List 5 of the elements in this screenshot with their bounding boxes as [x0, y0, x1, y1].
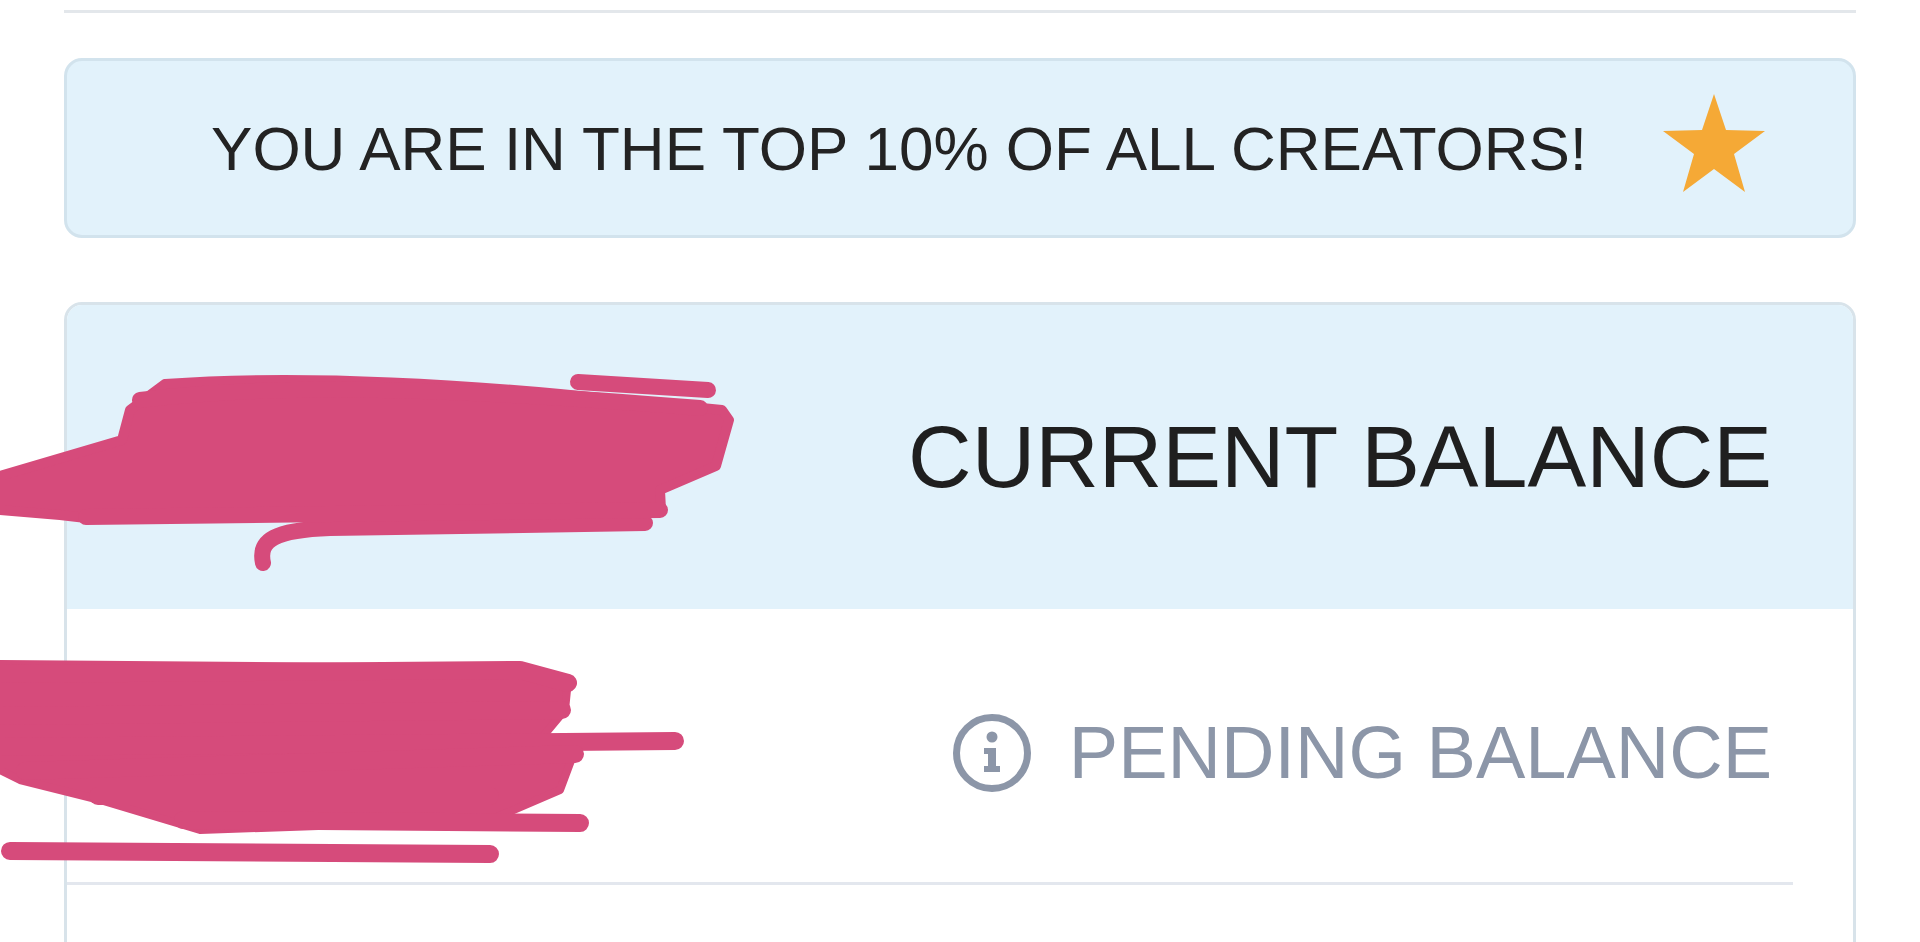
current-balance-label: CURRENT BALANCE: [908, 406, 1772, 508]
star-icon: [1663, 94, 1765, 192]
info-icon[interactable]: [952, 713, 1031, 792]
banner-text: YOU ARE IN THE TOP 10% OF ALL CREATORS!: [211, 112, 1587, 184]
pending-balance-label: PENDING BALANCE: [1068, 710, 1772, 795]
